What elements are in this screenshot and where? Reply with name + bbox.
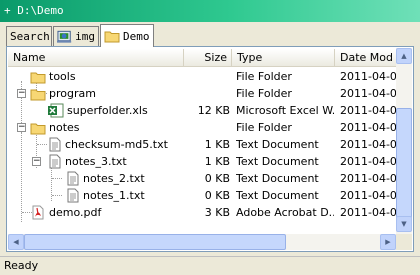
file-size: 1 KB — [204, 155, 230, 168]
file-name: notes_3.txt — [65, 155, 127, 168]
file-name: notes — [49, 121, 80, 134]
file-size — [184, 68, 230, 85]
text-file-icon — [67, 188, 79, 203]
tab-search-label: Search — [10, 30, 50, 43]
collapse-toggle[interactable]: − — [17, 123, 26, 132]
file-size: 0 KB — [204, 172, 230, 185]
file-type: Text Document — [236, 155, 319, 168]
file-type: Text Document — [236, 172, 319, 185]
file-name: tools — [49, 70, 76, 83]
file-date: 2011-04-01 — [340, 70, 396, 83]
file-type: Microsoft Excel W... — [236, 104, 334, 117]
file-size: 12 KB — [197, 104, 230, 117]
folder-icon — [104, 31, 120, 43]
tab-search[interactable]: Search — [6, 26, 52, 46]
table-row[interactable]: notes_1.txt 0 KB Text Document 2011-04-0… — [8, 187, 396, 204]
file-type: File Folder — [236, 87, 292, 100]
file-type: Text Document — [236, 138, 319, 151]
file-size — [184, 85, 230, 102]
horizontal-scroll-thumb[interactable] — [24, 234, 286, 250]
file-list-panel: Name Size Type Date Mod tools File Folde… — [6, 46, 414, 252]
table-row[interactable]: − notes File Folder 2011-04-07 — [8, 119, 396, 136]
file-type: File Folder — [236, 121, 292, 134]
file-date: 2011-04-01 — [340, 87, 396, 100]
file-date: 2011-04-07 — [340, 121, 396, 134]
text-file-icon — [67, 171, 79, 186]
table-row[interactable]: superfolder.xls 12 KB Microsoft Excel W.… — [8, 102, 396, 119]
column-header: Name Size Type Date Mod — [8, 49, 396, 67]
file-date: 2011-04-07 — [340, 206, 396, 219]
folder-icon — [30, 89, 46, 100]
scroll-up-button[interactable]: ▲ — [396, 48, 412, 64]
collapse-toggle[interactable]: − — [32, 157, 41, 166]
table-row[interactable]: demo.pdf 3 KB Adobe Acrobat D... 2011-04… — [8, 204, 396, 221]
text-file-icon — [49, 154, 61, 169]
file-size: 3 KB — [204, 206, 230, 219]
scrollbar-corner — [396, 234, 412, 250]
tab-bar: Search img Demo — [6, 24, 414, 47]
horizontal-scrollbar[interactable]: ◀ ▶ — [8, 234, 396, 250]
vertical-scroll-thumb[interactable] — [396, 108, 412, 228]
file-date: 2011-04-01 — [340, 104, 396, 117]
file-size — [184, 119, 230, 136]
column-date-modified[interactable]: Date Mod — [335, 49, 396, 67]
file-name: superfolder.xls — [67, 104, 148, 117]
table-row[interactable]: checksum-md5.txt 1 KB Text Document 2011… — [8, 136, 396, 153]
collapse-toggle[interactable]: − — [17, 89, 26, 98]
column-name[interactable]: Name — [8, 49, 184, 67]
text-file-icon — [49, 137, 61, 152]
table-row[interactable]: − program File Folder 2011-04-01 — [8, 85, 396, 102]
file-name: checksum-md5.txt — [65, 138, 168, 151]
tab-demo-label: Demo — [123, 29, 150, 43]
tab-demo[interactable]: Demo — [100, 24, 154, 47]
status-text: Ready — [4, 259, 39, 272]
window-title: + D:\Demo — [0, 0, 420, 22]
column-type[interactable]: Type — [232, 49, 335, 67]
folder-icon — [30, 72, 46, 83]
file-type: Text Document — [236, 189, 319, 202]
file-date: 2011-04-01 — [340, 172, 396, 185]
file-rows: tools File Folder 2011-04-01 − program F… — [8, 68, 396, 232]
file-type: Adobe Acrobat D... — [236, 206, 334, 219]
scroll-left-button[interactable]: ◀ — [8, 234, 24, 250]
file-date: 2011-04-01 — [340, 189, 396, 202]
tab-img[interactable]: img — [53, 26, 99, 46]
globe-folder-icon — [57, 30, 72, 43]
folder-icon — [30, 123, 46, 134]
excel-file-icon — [48, 103, 64, 118]
file-name: demo.pdf — [49, 206, 102, 219]
file-name: notes_2.txt — [83, 172, 145, 185]
table-row[interactable]: − notes_3.txt 1 KB Text Document 2011-04… — [8, 153, 396, 170]
tab-img-label: img — [75, 30, 95, 43]
status-bar: Ready — [0, 256, 420, 275]
table-row[interactable]: tools File Folder 2011-04-01 — [8, 68, 396, 85]
scroll-down-button[interactable]: ▼ — [396, 216, 412, 232]
file-name: notes_1.txt — [83, 189, 145, 202]
vertical-scrollbar[interactable]: ▲ ▼ — [396, 48, 412, 250]
file-name: program — [49, 87, 96, 100]
file-size: 1 KB — [204, 138, 230, 151]
scroll-right-button[interactable]: ▶ — [380, 234, 396, 250]
pdf-file-icon — [32, 205, 44, 220]
file-type: File Folder — [236, 70, 292, 83]
column-size[interactable]: Size — [184, 49, 232, 67]
file-date: 2011-04-01 — [340, 155, 396, 168]
file-date: 2011-04-07 — [340, 138, 396, 151]
table-row[interactable]: notes_2.txt 0 KB Text Document 2011-04-0… — [8, 170, 396, 187]
file-size: 0 KB — [204, 189, 230, 202]
